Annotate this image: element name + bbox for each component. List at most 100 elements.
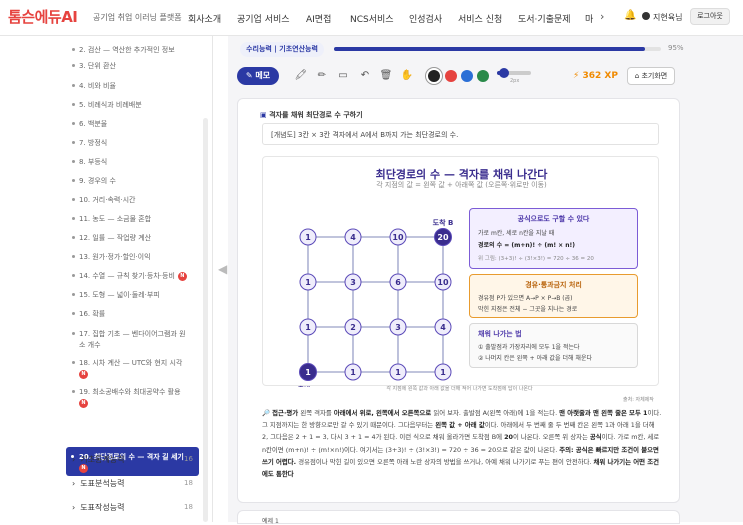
sidebar-item[interactable]: 5. 비례식과 비례배분 xyxy=(72,100,142,110)
sidebar-item[interactable]: 7. 방정식 xyxy=(72,138,107,148)
grid-node-value: 20 xyxy=(437,233,449,242)
user-name[interactable]: 지현육님 xyxy=(653,12,682,23)
site-logo[interactable]: 톰슨에듀AI xyxy=(8,6,78,27)
color-black-swatch[interactable] xyxy=(428,70,440,82)
sidebar-item-label: 15. 도형 — 넓이·둘레·부피 xyxy=(79,291,160,299)
eraser-icon[interactable]: ▭ xyxy=(335,68,351,84)
hand-icon[interactable]: ✋ xyxy=(399,68,415,84)
explanation-segment: 🔎 접근·평가 xyxy=(262,409,301,417)
lesson-card: ▣ 격자를 채워 최단경로 수 구하기 [개념도] 3칸 × 3칸 격자에서 A… xyxy=(237,98,680,503)
sidebar-item[interactable]: 12. 일률 — 작업량 계산 xyxy=(72,233,151,243)
reset-label: 초기화면 xyxy=(641,72,668,80)
sidebar-group-chart-analysis[interactable]: › 도표분석능력 xyxy=(72,478,124,489)
highlighter-icon[interactable]: 🖍 xyxy=(293,68,309,84)
nav-more[interactable]: 마 xyxy=(585,12,593,25)
card-title-text: 격자를 채워 최단경로 수 구하기 xyxy=(269,111,363,119)
via-block-box: 경유·통과금지 처리 경유점 P가 있으면 A→P × P→B (곱) 막힌 지… xyxy=(469,274,638,318)
sidebar-item[interactable]: 10. 거리·속력·시간 xyxy=(72,195,135,205)
stroke-size-slider[interactable] xyxy=(497,68,531,78)
sidebar-group-chart-making[interactable]: › 도표작성능력 xyxy=(72,502,124,513)
group-label: 도표작성능력 xyxy=(80,503,125,512)
logout-button[interactable]: 로그아웃 xyxy=(690,8,730,25)
nav-ncs-service[interactable]: NCS서비스 xyxy=(350,12,394,25)
sidebar-item-label: 2. 검산 — 역산한 추가적인 정보 xyxy=(79,46,175,54)
sidebar-item-label: 12. 일률 — 작업량 계산 xyxy=(79,234,152,242)
sidebar-item[interactable]: 16. 확률 xyxy=(72,309,105,319)
sidebar-item[interactable]: 소 개수 xyxy=(72,340,101,350)
bullet-dot xyxy=(72,84,75,87)
grid-node-value: 1 xyxy=(305,233,311,242)
site-tagline: 공기업 취업 이러닝 플랫폼 xyxy=(93,13,182,22)
sidebar-scrollbar[interactable] xyxy=(203,118,208,522)
grid-node-value: 4 xyxy=(350,233,356,242)
end-label: 도착 B xyxy=(433,218,454,227)
bullet-dot xyxy=(72,293,75,296)
drawing-toolbar: ✎ 메모 🖍 ✏ ▭ ↶ 🗑 ✋ 2px ⚡ 362 XP ⌂ 초기화면 xyxy=(235,64,685,90)
pen-icon[interactable]: ✏ xyxy=(314,68,330,84)
progress-percent: 95% xyxy=(668,44,684,52)
chevron-right-icon[interactable]: › xyxy=(600,10,604,23)
explanation-segment: 20 xyxy=(504,433,513,442)
sidebar-group-basic-stats[interactable]: › 기초통계능력 xyxy=(72,454,124,465)
home-reset-button[interactable]: ⌂ 초기화면 xyxy=(627,67,675,85)
sidebar-item[interactable]: 18. 시차 계산 — UTC와 현지 시각 xyxy=(72,358,182,368)
bullet-dot xyxy=(72,48,75,51)
memo-button[interactable]: ✎ 메모 xyxy=(237,67,279,85)
grid-node-value: 1 xyxy=(305,278,311,287)
grid-node-value: 1 xyxy=(350,368,356,377)
bell-icon[interactable]: 🔔 xyxy=(624,10,636,21)
sidebar-item[interactable]: 2. 검산 — 역산한 추가적인 정보 xyxy=(72,45,175,55)
sidebar-item[interactable]: 13. 원가·정가·할인·이익 xyxy=(72,252,151,262)
color-green-swatch[interactable] xyxy=(477,70,489,82)
sidebar-item-label: 14. 수열 — 규칙 찾기·등차·등비 xyxy=(79,272,175,280)
explanation-text: 🔎 접근·평가 왼쪽 격자를 아래에서 위로, 왼쪽에서 오른쪽으로 읽어 보자… xyxy=(262,407,662,480)
sidebar-item[interactable]: 15. 도형 — 넓이·둘레·부피 xyxy=(72,290,160,300)
sidebar-item[interactable]: 8. 부등식 xyxy=(72,157,107,167)
color-red-swatch[interactable] xyxy=(445,70,457,82)
chevron-right-icon: › xyxy=(72,503,76,512)
slider-knob[interactable] xyxy=(499,68,509,78)
nav-company[interactable]: 회사소개 xyxy=(188,12,221,25)
collapse-sidebar-icon[interactable]: ◀ xyxy=(218,262,227,276)
sidebar-item[interactable]: 11. 농도 — 소금물 혼합 xyxy=(72,214,151,224)
nav-ai-interview[interactable]: AI면접 xyxy=(306,12,331,25)
formula-box: 공식으로도 구할 수 있다 가로 m칸, 세로 n칸을 지날 때 경로의 수 =… xyxy=(469,208,638,269)
sidebar-item[interactable]: 19. 최소공배수와 최대공약수 활용 xyxy=(72,387,181,397)
sidebar: 2. 검산 — 역산한 추가적인 정보 3. 단위 환산 4. 비와 비율 5. 비례… xyxy=(0,36,213,522)
undo-icon[interactable]: ↶ xyxy=(357,68,373,84)
formula-line: 가로 m칸, 세로 n칸을 지날 때 xyxy=(478,230,555,237)
bullet-dot xyxy=(72,390,75,393)
sidebar-item[interactable]: 4. 비와 비율 xyxy=(72,81,116,91)
color-blue-swatch[interactable] xyxy=(461,70,473,82)
sidebar-item[interactable]: 3. 단위 환산 xyxy=(72,61,116,71)
nav-service-apply[interactable]: 서비스 신청 xyxy=(458,12,502,25)
explanation-segment: 아래에서 위로, 왼쪽에서 오른쪽으로 xyxy=(333,409,434,417)
nav-public-service[interactable]: 공기업 서비스 xyxy=(237,12,290,25)
sidebar-item[interactable]: 14. 수열 — 규칙 찾기·등차·등비 N xyxy=(72,271,187,281)
sidebar-item[interactable]: 9. 경우의 수 xyxy=(72,176,116,186)
sidebar-item-label: 10. 거리·속력·시간 xyxy=(79,196,136,204)
new-badge: N xyxy=(177,271,187,281)
via-block-line: 막힌 지점은 전체 − 그곳을 지나는 경로 xyxy=(478,306,578,313)
grid-node-value: 10 xyxy=(392,233,404,242)
fill-method-line: ① 출발점과 가장자리에 모두 1을 적는다 xyxy=(478,344,580,351)
formula-line: 경로의 수 = (m+n)! ÷ (m! × n!) xyxy=(478,242,576,249)
nav-personality-test[interactable]: 인성검사 xyxy=(409,12,442,25)
nav-books[interactable]: 도서·기출문제 xyxy=(518,12,571,25)
bolt-icon: ⚡ xyxy=(573,71,580,81)
bullet-dot xyxy=(72,141,75,144)
grid-node-value: 1 xyxy=(305,368,311,377)
sidebar-item-label: 11. 농도 — 소금물 혼합 xyxy=(79,215,152,223)
book-icon: ▣ xyxy=(260,111,267,119)
sidebar-item[interactable]: 17. 집합 기초 — 벤다이어그램과 원 xyxy=(72,329,186,339)
bullet-dot xyxy=(72,160,75,163)
sidebar-item[interactable]: 6. 백분율 xyxy=(72,119,107,129)
fill-method-title: 채워 나가는 법 xyxy=(478,330,522,338)
grid-node-value: 1 xyxy=(305,323,311,332)
formula-line: 위 그림: (3+3)! ÷ (3!×3!) = 720 ÷ 36 = 20 xyxy=(478,256,594,262)
group-count: 18 xyxy=(184,479,193,487)
bullet-dot xyxy=(72,198,75,201)
trash-icon[interactable]: 🗑 xyxy=(378,68,394,84)
grid-node-value: 2 xyxy=(350,323,356,332)
group-count: 16 xyxy=(184,455,193,463)
